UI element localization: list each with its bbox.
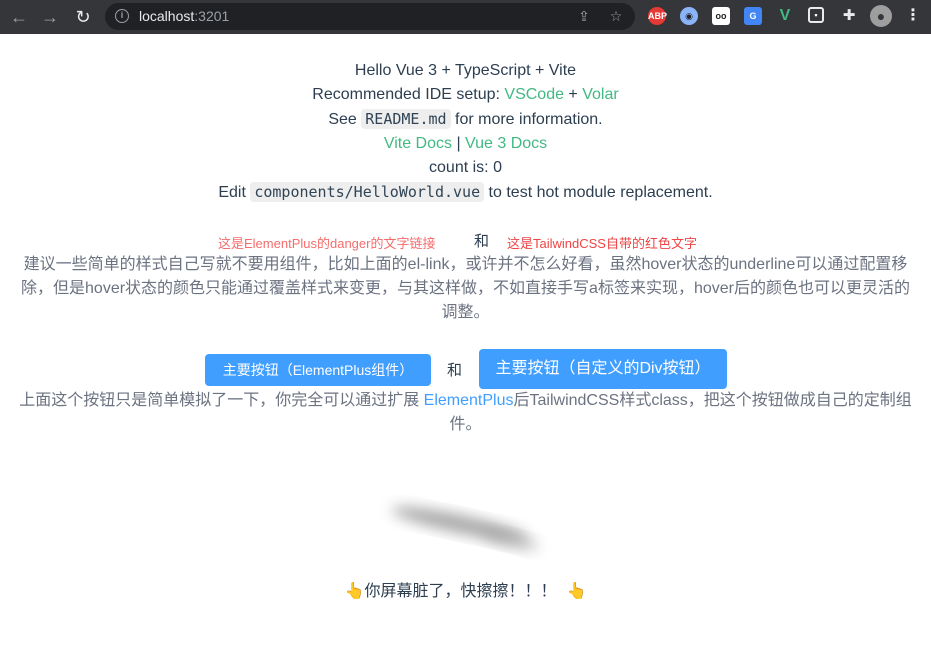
vite-docs-link[interactable]: Vite Docs	[384, 135, 452, 152]
vpn-icon[interactable]: ◉	[680, 7, 698, 25]
element-plus-primary-button[interactable]: 主要按钮（ElementPlus组件）	[205, 354, 431, 386]
edit-suffix: to test hot module replacement.	[484, 184, 713, 201]
hello-title: Hello Vue 3 + TypeScript + Vite	[354, 62, 577, 79]
vue-devtools-icon[interactable]: V	[776, 7, 794, 25]
docs-separator: |	[452, 135, 466, 152]
dirty-screen-message: 👆你屏幕脏了，快擦擦！！！ 👆	[0, 580, 931, 604]
screen-smudge	[391, 506, 540, 550]
forward-arrow-icon[interactable]: →	[39, 6, 61, 28]
pointing-up-hand-icon: 👆	[344, 583, 365, 600]
ide-setup-line: Recommended IDE setup: VSCode + Volar	[0, 83, 931, 107]
and-label-buttons: 和	[447, 362, 463, 379]
bookmark-star-icon[interactable]: ☆	[607, 7, 625, 25]
page-content: Hello Vue 3 + TypeScript + Vite Recommen…	[0, 34, 931, 667]
tailwind-red-text: 这是TailwindCSS自带的红色文字	[507, 236, 697, 251]
menu-icon[interactable]: ⋮	[904, 7, 922, 25]
readme-line: See README.md for more information.	[0, 107, 931, 132]
custom-div-primary-button[interactable]: 主要按钮（自定义的Div按钮）	[479, 349, 727, 389]
edit-hint-line: Edit components/HelloWorld.vue to test h…	[0, 180, 931, 205]
vscode-link[interactable]: VSCode	[504, 86, 564, 103]
edit-file-code: components/HelloWorld.vue	[250, 182, 485, 202]
vue-docs-link[interactable]: Vue 3 Docs	[465, 135, 547, 152]
and-label: 和	[474, 233, 490, 250]
url-text[interactable]: localhost:3201	[139, 8, 229, 24]
button-para-prefix: 上面这个按钮只是简单模拟了一下，你完全可以通过扩展	[19, 392, 424, 409]
screenshot-icon[interactable]: ▪	[808, 7, 824, 23]
buttons-row: 主要按钮（ElementPlus组件） 和 主要按钮（自定义的Div按钮）	[0, 349, 931, 389]
elementplus-link[interactable]: ElementPlus	[424, 392, 514, 409]
button-advice-paragraph: 上面这个按钮只是简单模拟了一下，你完全可以通过扩展 ElementPlus后Ta…	[18, 389, 913, 437]
edit-prefix: Edit	[218, 184, 251, 201]
site-info-icon[interactable]: i	[115, 9, 129, 23]
browser-toolbar: ← → ↻ i localhost:3201 ⇪ ☆ ABP ◉ oo G V …	[0, 0, 931, 34]
docs-links: Vite Docs | Vue 3 Docs	[0, 132, 931, 156]
ide-prefix: Recommended IDE setup:	[312, 86, 505, 103]
see-suffix: for more information.	[450, 111, 603, 128]
mask-icon[interactable]: oo	[712, 7, 730, 25]
red-text-row: 这是ElementPlus的danger的文字链接 和 这是TailwindCS…	[0, 229, 931, 253]
volar-link[interactable]: Volar	[582, 86, 618, 103]
profile-avatar[interactable]: ●	[870, 5, 892, 27]
readme-code: README.md	[361, 109, 451, 129]
count-button[interactable]: count is: 0	[0, 156, 931, 180]
pointing-up-hand-icon: 👆	[566, 583, 587, 600]
ide-plus: +	[563, 86, 583, 103]
share-icon[interactable]: ⇪	[575, 7, 593, 25]
reload-icon[interactable]: ↻	[72, 6, 94, 28]
address-bar[interactable]: i localhost:3201 ⇪ ☆	[105, 3, 635, 30]
see-prefix: See	[328, 111, 362, 128]
abp-icon[interactable]: ABP	[648, 7, 667, 25]
button-para-suffix: 后TailwindCSS样式class，把这个按钮做成自己的定制组件。	[449, 392, 912, 433]
dirty-screen-text: 你屏幕脏了，快擦擦！！！	[364, 583, 557, 600]
link-advice-paragraph: 建议一些简单的样式自己写就不要用组件，比如上面的el-link，或许并不怎么好看…	[21, 256, 910, 321]
puzzle-icon[interactable]: ✚	[840, 7, 858, 25]
back-arrow-icon[interactable]: ←	[8, 6, 30, 28]
translate-icon[interactable]: G	[744, 7, 762, 25]
ep-danger-link[interactable]: 这是ElementPlus的danger的文字链接	[218, 233, 435, 252]
